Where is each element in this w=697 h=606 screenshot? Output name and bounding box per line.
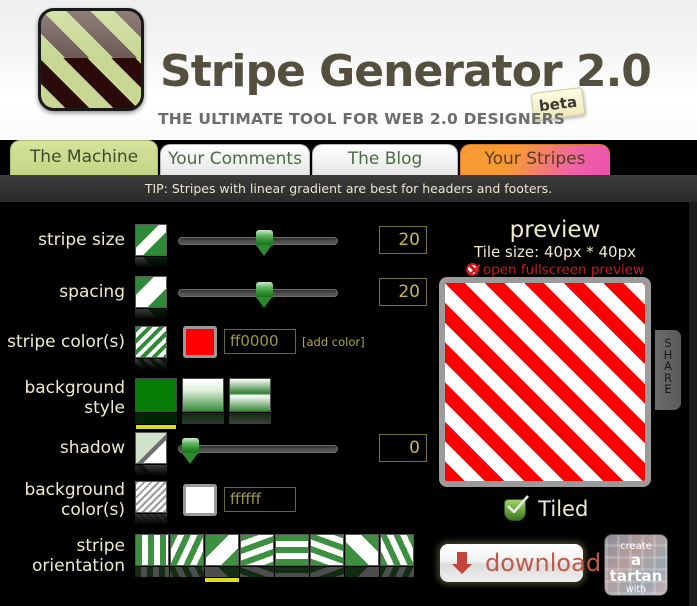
orientation-option-vertical[interactable] [135, 534, 169, 578]
slider-knob[interactable] [182, 438, 199, 464]
slider-knob[interactable] [256, 230, 273, 256]
stripe-preview[interactable] [439, 277, 651, 487]
shadow-label: shadow [59, 438, 125, 458]
checkmark-icon [506, 495, 529, 513]
stripe-size-slider[interactable] [178, 230, 338, 256]
tiled-label: Tiled [538, 497, 589, 521]
share-button[interactable]: SHARE [655, 330, 681, 410]
orientation-option-diagonal-steep-right[interactable] [170, 534, 204, 578]
add-color-link[interactable]: [add color] [302, 335, 365, 349]
stripe-generator-app: Stripe Generator 2.0 beta THE ULTIMATE T… [0, 0, 697, 606]
background-color-hex-input[interactable]: ffffff [224, 487, 296, 512]
orientation-option-diagonal-shallow-right[interactable] [240, 534, 274, 578]
stripe-size-input[interactable]: 20 [379, 226, 427, 254]
main-content: stripe size 20 spacing 20 stripe color(s… [0, 202, 697, 606]
tartan-line-4: these colors! [605, 595, 667, 596]
tab-your-stripes[interactable]: Your Stripes [460, 144, 610, 175]
slider-knob[interactable] [256, 282, 273, 308]
download-label: download [485, 549, 602, 577]
down-arrow-icon [452, 552, 472, 574]
preview-title: preview [509, 217, 601, 243]
tile-size-label: Tile size: 40px * 40px [474, 243, 636, 261]
tab-bar: The Machine Your Comments The Blog Your … [0, 140, 697, 175]
orientation-option-diagonal-45-right[interactable] [205, 534, 239, 582]
stripe-color-icon[interactable] [135, 326, 167, 370]
shadow-input[interactable]: 0 [379, 434, 427, 462]
orientation-option-diagonal-steep-left[interactable] [380, 534, 414, 578]
background-style-option-solid[interactable] [135, 378, 177, 429]
download-reflection: download [440, 583, 583, 605]
tiled-checkbox-icon[interactable] [503, 495, 529, 521]
page-subtitle: THE ULTIMATE TOOL FOR WEB 2.0 DESIGNERS [158, 110, 566, 128]
tartan-line-2: a tartan [609, 551, 663, 585]
stripe-size-label: stripe size [38, 230, 125, 250]
background-style-label-line1: background [24, 378, 125, 398]
vertical-scrollbar[interactable] [689, 202, 697, 606]
fullscreen-link-label: open fullscreen preview [482, 262, 645, 278]
shadow-icon[interactable] [135, 432, 167, 476]
stripe-color-swatch[interactable] [183, 326, 217, 358]
stripe-color-hex-input[interactable]: ff0000 [224, 329, 296, 354]
background-colors-label-line1: background [24, 480, 125, 500]
background-color-icon[interactable] [135, 481, 167, 525]
background-style-label-line2: style [84, 398, 125, 418]
tab-your-comments[interactable]: Your Comments [160, 144, 310, 175]
tab-the-machine[interactable]: The Machine [10, 140, 158, 175]
stripe-orientation-label-line1: stripe [76, 536, 126, 556]
background-colors-label-line2: color(s) [61, 500, 125, 520]
stripe-orientation-label-line2: orientation [32, 556, 125, 576]
spacing-label: spacing [59, 282, 125, 302]
spacing-input[interactable]: 20 [379, 278, 427, 306]
stripe-size-icon[interactable] [135, 224, 167, 268]
background-style-option-gradient-light[interactable] [182, 378, 224, 424]
open-fullscreen-preview-link[interactable]: open fullscreen preview [440, 262, 670, 278]
orientation-option-diagonal-shallow-left[interactable] [310, 534, 344, 578]
tiled-checkbox-row[interactable]: Tiled [440, 495, 652, 521]
slider-track[interactable] [178, 445, 338, 453]
background-color-swatch[interactable] [183, 484, 217, 516]
stripe-colors-label: stripe color(s) [7, 332, 125, 352]
download-button[interactable]: download [440, 544, 601, 582]
striped-square-logo-icon [38, 8, 144, 111]
spacing-icon[interactable] [135, 276, 167, 320]
shadow-slider[interactable] [178, 438, 338, 464]
create-tartan-button[interactable]: create a tartan with these colors! [604, 534, 668, 596]
orientation-option-horizontal[interactable] [275, 534, 309, 578]
no-entry-striped-icon [465, 263, 479, 276]
tartan-line-3: with [625, 584, 647, 595]
spacing-slider[interactable] [178, 282, 338, 308]
tab-the-blog[interactable]: The Blog [312, 144, 458, 175]
orientation-option-diagonal-45-left[interactable] [345, 534, 379, 578]
tip-bar: TIP: Stripes with linear gradient are be… [0, 175, 697, 202]
background-style-option-gradient-mirror[interactable] [229, 378, 271, 424]
page-header: Stripe Generator 2.0 beta THE ULTIMATE T… [0, 0, 697, 140]
